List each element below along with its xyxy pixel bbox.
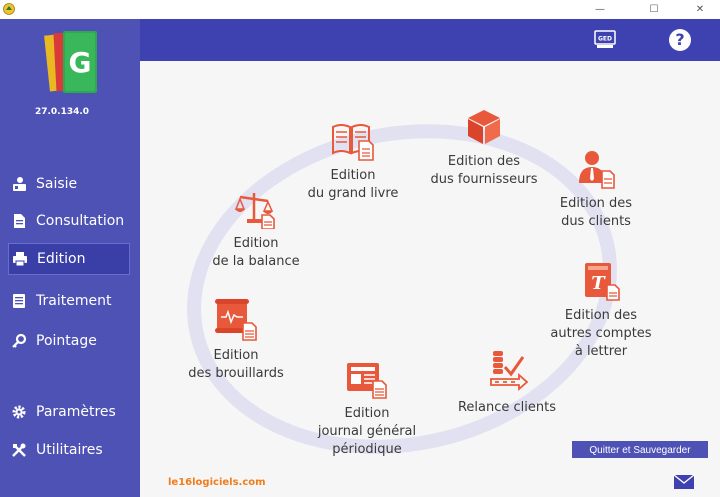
sidebar-item-traitement[interactable]: Traitement — [8, 285, 130, 317]
minimize-button[interactable]: — — [583, 0, 617, 19]
sidebar-item-pointage[interactable]: Pointage — [8, 325, 130, 357]
printer-icon — [11, 250, 29, 268]
relance-clients[interactable]: Relance clients — [452, 349, 562, 417]
sidebar-item-utilitaires[interactable]: Utilitaires — [8, 434, 130, 466]
gear-icon — [10, 403, 28, 421]
app-version: 27.0.134.0 — [34, 107, 90, 117]
sidebar-item-consultation[interactable]: Consultation — [8, 205, 130, 237]
sidebar-item-edition[interactable]: Edition — [8, 243, 130, 275]
app-logo: G — [44, 31, 97, 93]
ledger-letter-icon: T — [585, 263, 620, 301]
item-label: Edition des dus clients — [559, 196, 633, 229]
edition-brouillards[interactable]: Edition des brouillards — [178, 297, 294, 383]
document-icon — [10, 212, 28, 230]
maximize-button[interactable]: ☐ — [637, 0, 671, 19]
item-label: Edition des dus fournisseurs — [430, 154, 538, 187]
top-bar: GED ? — [140, 19, 720, 61]
mail-icon[interactable] — [673, 474, 695, 490]
sidebar-item-label: Pointage — [36, 333, 97, 349]
key-icon — [10, 332, 28, 350]
tools-icon — [10, 441, 28, 459]
tasks-icon — [10, 292, 28, 310]
client-person-icon — [579, 151, 615, 189]
coins-reminder-icon — [490, 351, 529, 391]
sidebar-item-saisie[interactable]: Saisie — [8, 168, 130, 200]
balance-scale-icon — [234, 193, 275, 229]
sidebar-item-label: Consultation — [36, 213, 125, 229]
item-label: Edition journal général périodique — [317, 406, 417, 457]
package-box-icon — [468, 110, 500, 144]
edition-dus-fournisseurs[interactable]: Edition des dus fournisseurs — [418, 107, 550, 189]
user-desk-icon — [10, 175, 28, 193]
sidebar-item-label: Edition — [37, 251, 86, 267]
item-label: Edition de la balance — [212, 236, 300, 269]
journal-icon — [347, 363, 387, 399]
item-label: Relance clients — [457, 400, 557, 415]
item-label: Edition des brouillards — [188, 348, 284, 381]
sidebar-item-label: Paramètres — [36, 404, 116, 420]
ged-archive-icon[interactable]: GED — [594, 28, 616, 50]
quit-save-button[interactable]: Quitter et Sauvegarder — [572, 441, 708, 458]
book-document-icon — [332, 124, 374, 161]
app-icon — [3, 3, 15, 15]
sidebar-item-label: Saisie — [36, 176, 78, 192]
window-titlebar: — ☐ ✕ — [0, 0, 720, 19]
sidebar-item-parametres[interactable]: Paramètres — [8, 396, 130, 428]
svg-text:G: G — [69, 46, 92, 79]
edition-balance[interactable]: Edition de la balance — [200, 189, 312, 271]
close-button[interactable]: ✕ — [683, 0, 717, 19]
edition-dus-clients[interactable]: Edition des dus clients — [544, 149, 648, 231]
ged-label: GED — [598, 36, 612, 43]
svg-text:T: T — [591, 273, 606, 294]
help-button[interactable]: ? — [669, 29, 691, 51]
draft-scroll-icon — [215, 299, 257, 341]
sidebar-item-label: Utilitaires — [36, 442, 103, 458]
edition-journal-general[interactable]: Edition journal général périodique — [304, 359, 430, 459]
website-link[interactable]: le16logiciels.com — [168, 477, 266, 488]
edition-autres-comptes[interactable]: T Edition des autres comptes à lettrer — [540, 261, 662, 361]
sidebar-item-label: Traitement — [36, 293, 112, 309]
edition-menu-panel: Edition du grand livre Edition des dus f… — [140, 61, 720, 497]
sidebar: G 27.0.134.0 Saisie Consultation Edition… — [0, 19, 140, 497]
